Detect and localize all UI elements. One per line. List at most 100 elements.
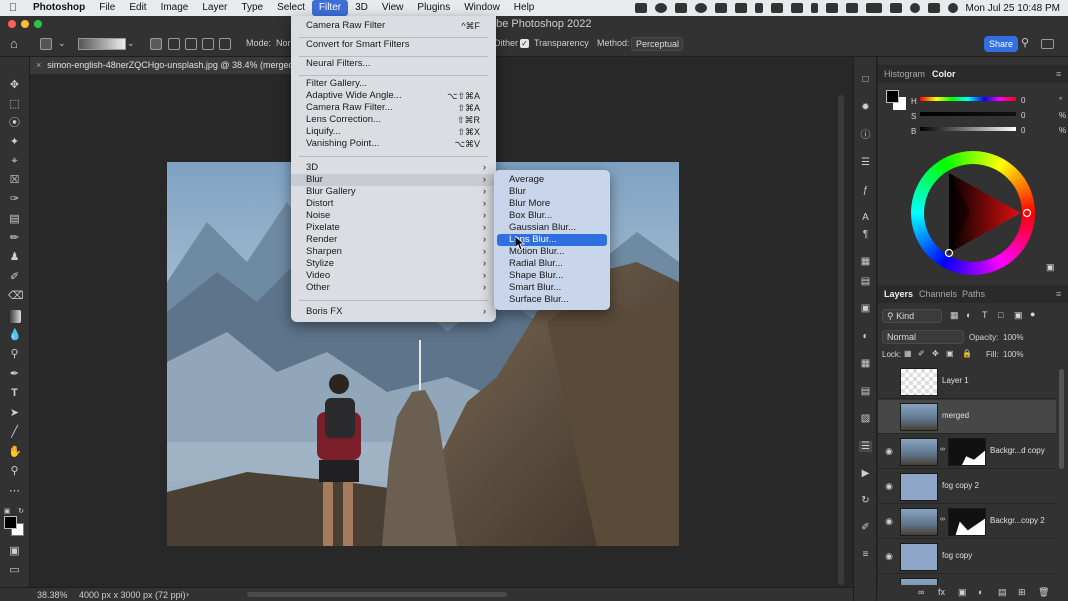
lock-artboard-icon[interactable]: ▣ <box>946 349 954 358</box>
menu-item-lens-correction[interactable]: Lens Correction... ⇧⌘R <box>291 114 496 126</box>
brush-settings-icon[interactable]: ✐ <box>859 522 872 533</box>
wifi-icon[interactable] <box>825 3 838 13</box>
properties-icon[interactable]: ☰ <box>859 157 872 168</box>
color-wheel[interactable] <box>911 151 1035 275</box>
layers-panel-icon[interactable]: ☰ <box>859 441 872 452</box>
menu-plugins[interactable]: Plugins <box>410 0 457 16</box>
eyedropper-tool-icon[interactable]: ✑ <box>8 193 21 206</box>
lock-transparent-icon[interactable]: ▦ <box>904 349 912 358</box>
history-brush-tool-icon[interactable]: ✐ <box>8 271 21 284</box>
gradients-icon[interactable]: ▧ <box>859 413 872 424</box>
airplay-icon[interactable] <box>734 3 747 13</box>
menu-item-vanishing-point[interactable]: Vanishing Point... ⌥⌘V <box>291 138 496 150</box>
new-layer-icon[interactable]: ⊞ <box>1018 587 1026 598</box>
screen-mode-icon[interactable]: ▭ <box>8 564 21 577</box>
layer-name[interactable]: Backgr...d copy <box>990 446 1045 455</box>
menu-item-noise[interactable]: Noise › <box>291 210 496 222</box>
menu-item-stylize[interactable]: Stylize › <box>291 258 496 270</box>
shape-filter-icon[interactable]: □ <box>998 310 1003 320</box>
libraries-icon[interactable]: ▦ <box>859 256 872 267</box>
bluetooth-icon[interactable] <box>810 3 818 13</box>
comments-icon[interactable]: □ <box>859 74 872 85</box>
submenu-item-blur-more[interactable]: Blur More <box>497 198 607 210</box>
sync-icon[interactable] <box>654 3 667 13</box>
layer-name[interactable]: merged <box>942 411 969 420</box>
submenu-item-average[interactable]: Average <box>497 174 607 186</box>
visibility-eye-icon[interactable]: ◉ <box>882 516 896 527</box>
submenu-item-smart-blur[interactable]: Smart Blur... <box>497 282 607 294</box>
document-tab[interactable]: × simon-english-48nerZQCHgo-unsplash.jpg … <box>30 57 322 74</box>
saturation-value[interactable]: 0 <box>1021 111 1025 120</box>
close-tab-icon[interactable]: × <box>36 60 41 70</box>
method-select[interactable]: Perceptual ⌄ <box>631 37 683 61</box>
angle-gradient-button[interactable] <box>185 38 197 50</box>
menu-layer[interactable]: Layer <box>195 0 234 16</box>
link-layers-icon[interactable]: ∞ <box>918 587 924 597</box>
submenu-item-shape-blur[interactable]: Shape Blur... <box>497 270 607 282</box>
expand-panel-icon[interactable]: ▣ <box>1046 262 1055 273</box>
hue-slider[interactable] <box>920 97 1016 101</box>
control-center-icon[interactable] <box>845 3 858 13</box>
submenu-item-gaussian-blur[interactable]: Gaussian Blur... <box>497 222 607 234</box>
menu-app[interactable]: Photoshop <box>26 0 92 16</box>
layer-name[interactable]: fog copy 2 <box>942 481 979 490</box>
menu-item-sharpen[interactable]: Sharpen › <box>291 246 496 258</box>
quick-mask-icon[interactable]: ▣ <box>8 545 21 558</box>
pen-tool-icon[interactable]: ✒ <box>8 368 21 381</box>
menu-item-neural-filters[interactable]: Neural Filters... <box>291 58 496 70</box>
patterns-icon[interactable]: ▤ <box>859 386 872 397</box>
layer-row-selected[interactable]: merged <box>878 400 1056 434</box>
filter-toggle-icon[interactable]: ● <box>1030 309 1035 319</box>
smart-object-filter-icon[interactable]: ▣ <box>1014 310 1023 321</box>
link-icon[interactable]: ∞ <box>940 516 945 523</box>
healing-brush-tool-icon[interactable]: ▤ <box>8 213 21 226</box>
layer-row[interactable]: ◉ fog copy 2 <box>878 470 1056 504</box>
gradient-tool-icon[interactable] <box>8 310 21 323</box>
menu-item-adaptive-wide-angle[interactable]: Adaptive Wide Angle... ⌥⇧⌘A <box>291 90 496 102</box>
color-triangle[interactable] <box>911 151 1035 275</box>
foreground-swatch[interactable] <box>886 90 899 103</box>
tab-paths[interactable]: Paths <box>962 289 985 299</box>
adjustments-icon[interactable]: ✹ <box>859 102 872 113</box>
dodge-tool-icon[interactable]: ⚲ <box>8 348 21 361</box>
horizontal-scrollbar[interactable] <box>247 592 507 597</box>
tool-preset-picker[interactable] <box>40 38 52 50</box>
layer-name[interactable]: Layer 1 <box>942 376 969 385</box>
menu-image[interactable]: Image <box>154 0 196 16</box>
notes-icon[interactable]: ▤ <box>859 276 872 287</box>
layer-row[interactable]: Layer 1 <box>878 365 1056 399</box>
zoom-level[interactable]: 38.38% <box>37 590 68 600</box>
chevron-right-icon[interactable]: › <box>186 589 189 599</box>
opacity-value[interactable]: 100% <box>1003 333 1023 342</box>
hand-tool-icon[interactable]: ✋ <box>8 446 22 459</box>
swap-colors-icon[interactable]: ↻ <box>17 505 25 518</box>
menu-type[interactable]: Type <box>234 0 270 16</box>
path-selection-tool-icon[interactable]: ➤ <box>8 407 21 420</box>
fill-value[interactable]: 100% <box>1003 350 1023 359</box>
type-tool-icon[interactable]: T <box>8 387 21 400</box>
gradient-preview[interactable] <box>78 38 126 50</box>
linear-gradient-button[interactable] <box>150 38 162 50</box>
pixel-filter-icon[interactable]: ▦ <box>950 310 959 321</box>
layer-mask-thumbnail[interactable] <box>948 438 986 466</box>
menubar-clock[interactable]: Mon Jul 25 10:48 PM <box>966 3 1061 14</box>
history-icon[interactable]: ↻ <box>859 495 872 506</box>
globe-icon[interactable] <box>694 3 707 13</box>
line-tool-icon[interactable]: ╱ <box>8 426 21 439</box>
brush-tool-icon[interactable]: ✏ <box>8 232 21 245</box>
lock-pixels-icon[interactable]: ✐ <box>918 349 925 358</box>
saturation-slider[interactable] <box>920 112 1016 116</box>
lasso-tool-icon[interactable]: ⦿ <box>8 117 21 130</box>
menu-item-render[interactable]: Render › <box>291 234 496 246</box>
layer-kind-filter[interactable]: ⚲ Kind <box>882 309 942 323</box>
layers-scrollbar[interactable] <box>1059 369 1064 469</box>
hue-value[interactable]: 0 <box>1021 96 1025 105</box>
menu-window[interactable]: Window <box>457 0 507 16</box>
lock-position-icon[interactable]: ✥ <box>932 349 939 358</box>
tab-channels[interactable]: Channels <box>919 289 957 299</box>
menu-item-blur-gallery[interactable]: Blur Gallery › <box>291 186 496 198</box>
zoom-tool-icon[interactable]: ⚲ <box>8 465 21 478</box>
bookmark-icon[interactable] <box>754 3 763 13</box>
submenu-item-lens-blur[interactable]: Lens Blur... <box>497 234 607 246</box>
tab-layers[interactable]: Layers <box>884 289 913 299</box>
